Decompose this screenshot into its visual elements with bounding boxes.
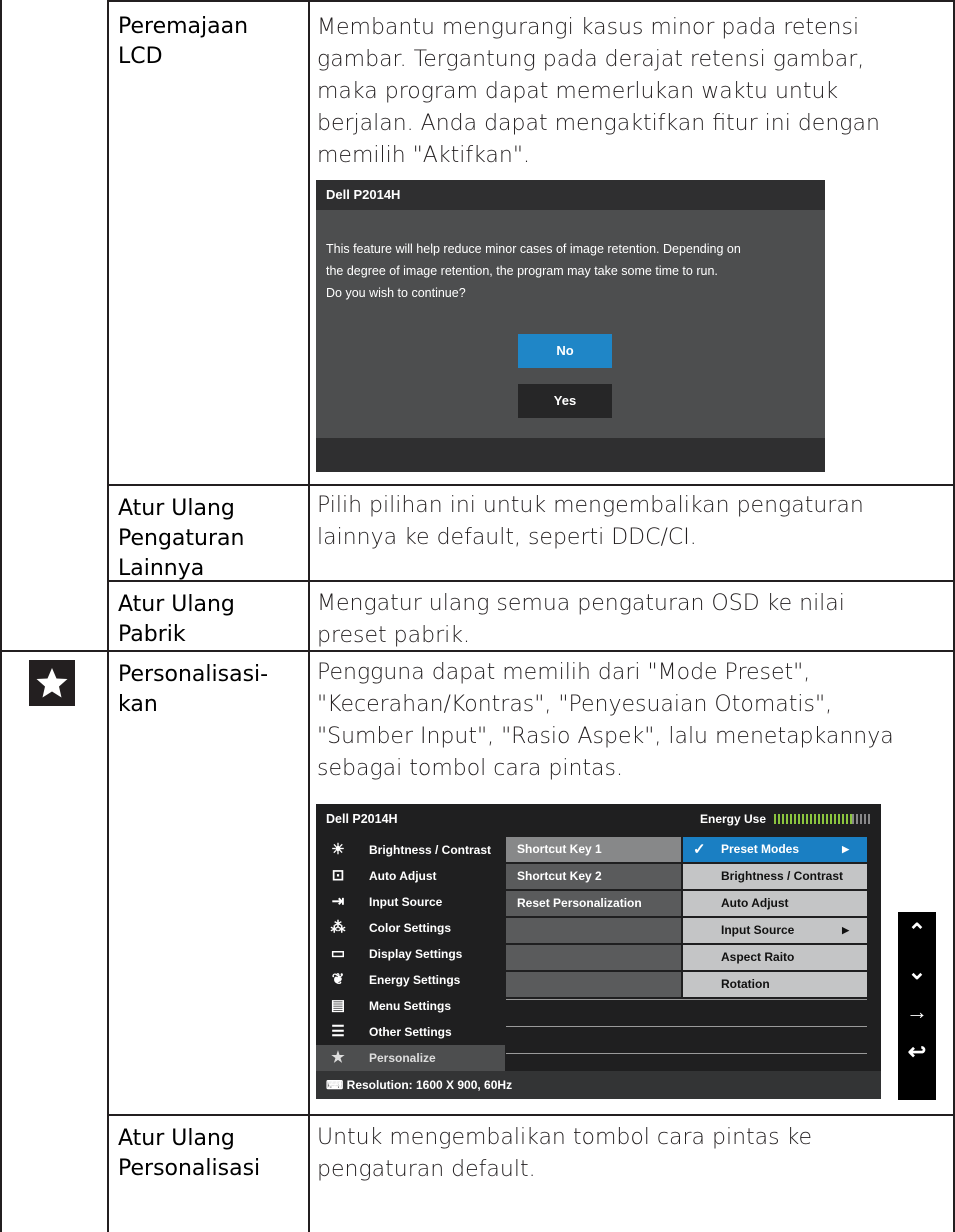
option-rotation[interactable]: Rotation xyxy=(683,972,867,997)
arrow-right-icon: ▶ xyxy=(842,925,849,935)
option-aspect-ratio[interactable]: Aspect Raito xyxy=(683,945,867,970)
menu-item-input-source[interactable]: ⇥ Input Source xyxy=(316,889,505,915)
row-name-factory-reset: Atur Ulang Pabrik xyxy=(118,592,235,647)
yes-button[interactable]: Yes xyxy=(518,384,612,418)
other-settings-icon: ☰ xyxy=(331,1023,345,1040)
osd-options-column: ✓ Preset Modes ▶ Brightness / Contrast Aut… xyxy=(683,837,867,999)
menu-item-energy-settings[interactable]: ❦ Energy Settings xyxy=(316,967,505,993)
row-name-reset-other: Atur Ulang Pengaturan Lainnya xyxy=(118,496,245,581)
menu-item-display-settings[interactable]: ▭ Display Settings xyxy=(316,941,505,967)
brightness-icon: ☀ xyxy=(331,841,345,858)
divider xyxy=(506,1026,867,1027)
shortcut-key-1[interactable]: Shortcut Key 1 xyxy=(506,837,681,862)
osd-menu-screenshot: Dell P2014H Energy Use ☀ Brightness / Con… xyxy=(316,804,936,1100)
checkmark-icon: ✓ xyxy=(693,841,706,858)
row-name-reset-personalize: Atur Ulang Personalisasi xyxy=(118,1126,261,1181)
star-icon xyxy=(29,660,75,706)
option-preset-modes[interactable]: ✓ Preset Modes ▶ xyxy=(683,837,867,862)
divider xyxy=(506,999,867,1000)
up-icon[interactable]: ⌃ xyxy=(898,912,936,952)
osd-nav-buttons: ⌃ ⌄ → ↩ xyxy=(898,912,936,1100)
row-desc-peremajaan-lcd: Membantu mengurangi kasus minor pada ret… xyxy=(317,15,880,168)
row-desc-reset-other: Pilih pilihan ini untuk mengembalikan pe… xyxy=(317,493,864,550)
monitor-connector-icon: ⌨ xyxy=(326,1078,344,1092)
auto-adjust-icon: ⊡ xyxy=(331,867,345,884)
osd-title: Dell P2014H xyxy=(326,812,398,826)
dialog-message: This feature will help reduce minor case… xyxy=(326,242,741,300)
empty-row xyxy=(506,945,681,970)
empty-row xyxy=(506,972,681,997)
menu-item-auto-adjust[interactable]: ⊡ Auto Adjust xyxy=(316,863,505,889)
energy-use-label: Energy Use xyxy=(700,812,767,826)
energy-use-meter-dim xyxy=(852,814,870,824)
empty-row xyxy=(506,918,681,943)
row-desc-factory-reset: Mengatur ulang semua pengaturan OSD ke n… xyxy=(317,591,845,648)
star-icon: ★ xyxy=(331,1049,345,1066)
menu-item-menu-settings[interactable]: ▤ Menu Settings xyxy=(316,993,505,1019)
down-icon[interactable]: ⌄ xyxy=(898,952,936,992)
dialog-footer xyxy=(316,438,825,472)
enter-icon[interactable]: → xyxy=(898,992,936,1032)
resolution-status: ⌨ Resolution: 1600 X 900, 60Hz xyxy=(316,1071,881,1099)
menu-settings-icon: ▤ xyxy=(330,997,346,1014)
color-settings-icon: ⁂ xyxy=(330,919,346,936)
osd-main-menu: ☀ Brightness / Contrast ⊡ Auto Adjust ⇥ Inp… xyxy=(316,837,505,1071)
option-input-source[interactable]: Input Source ▶ xyxy=(683,918,867,943)
reset-personalization[interactable]: Reset Personalization xyxy=(506,891,681,916)
input-source-icon: ⇥ xyxy=(331,893,345,910)
menu-item-personalize[interactable]: ★ Personalize xyxy=(316,1045,505,1071)
row-name-personalize: Personalisasi- kan xyxy=(118,662,269,717)
row-name-peremajaan-lcd: Peremajaan LCD xyxy=(118,14,249,69)
energy-settings-icon: ❦ xyxy=(331,971,345,988)
osd-shortcut-column: Shortcut Key 1 Shortcut Key 2 Reset Pers… xyxy=(506,837,681,999)
row-desc-reset-personalize: Untuk mengembalikan tombol cara pintas k… xyxy=(317,1125,813,1182)
shortcut-key-2[interactable]: Shortcut Key 2 xyxy=(506,864,681,889)
menu-item-brightness-contrast[interactable]: ☀ Brightness / Contrast xyxy=(316,837,505,863)
option-brightness-contrast[interactable]: Brightness / Contrast xyxy=(683,864,867,889)
lcd-conditioning-dialog: Dell P2014H This feature will help reduc… xyxy=(316,180,825,472)
no-button[interactable]: No xyxy=(518,334,612,368)
option-auto-adjust[interactable]: Auto Adjust xyxy=(683,891,867,916)
menu-item-other-settings[interactable]: ☰ Other Settings xyxy=(316,1019,505,1045)
dialog-title: Dell P2014H xyxy=(316,180,825,210)
display-settings-icon: ▭ xyxy=(330,945,346,962)
row-desc-personalize: Pengguna dapat memilih dari "Mode Preset… xyxy=(317,660,894,781)
menu-item-color-settings[interactable]: ⁂ Color Settings xyxy=(316,915,505,941)
arrow-right-icon: ▶ xyxy=(842,844,849,854)
back-icon[interactable]: ↩ xyxy=(898,1032,936,1072)
divider xyxy=(506,1053,867,1054)
